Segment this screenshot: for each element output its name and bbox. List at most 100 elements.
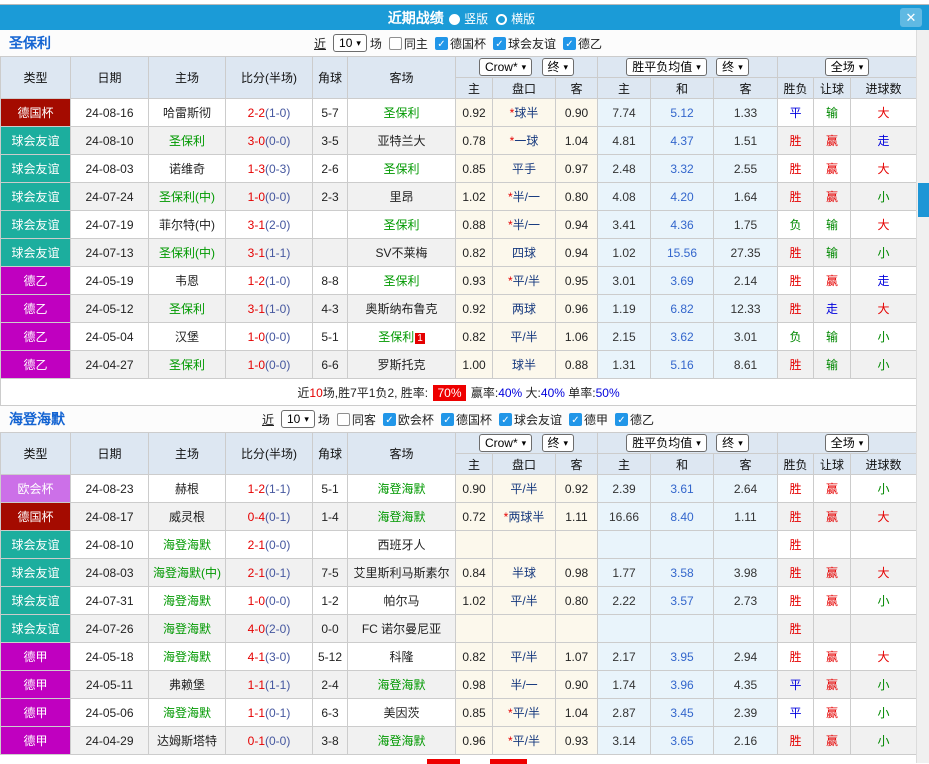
fulltime-select[interactable]: 全场▾ [825,58,870,76]
away-team-name: 圣保利 [383,162,419,176]
away-team: 圣保利 [348,211,456,239]
avg-source-select[interactable]: 胜平负均值▾ [626,58,707,76]
home-odds: 0.96 [456,727,493,755]
match-date: 24-08-16 [71,99,149,127]
match-result: 负 [778,323,814,351]
games-count-select[interactable]: 10▾ [281,410,315,428]
avg-away-odds: 8.61 [714,351,778,379]
chevron-down-icon: ▾ [304,412,309,426]
summary-row: 近10场,胜7平1负2, 胜率: 70% 赢率:40% 大:40% 单率:50% [1,379,917,406]
home-odds: 0.85 [456,699,493,727]
avg-source-select[interactable]: 胜平负均值▾ [626,434,707,452]
away-team: 奥斯纳布鲁克 [348,295,456,323]
fulltime-select[interactable]: 全场▾ [825,434,870,452]
corner-score: 5-1 [313,475,348,503]
layout-radio-group: 竖版 横版 [447,12,541,26]
league-label: 德国杯 [456,411,492,428]
table-row: 球会友谊24-07-13圣保利(中)3-1(1-1)SV不莱梅0.82四球0.9… [1,239,917,267]
avg-stage-select[interactable]: 终▾ [716,434,749,452]
subcol-result: 胜负 [778,454,814,475]
avg-home-odds: 1.74 [598,671,651,699]
odds-source-select[interactable]: Crow*▾ [479,58,532,76]
league-checkbox[interactable]: ✓ [383,413,396,426]
avg-draw-odds [651,531,714,559]
close-button[interactable]: ✕ [900,8,922,27]
layout-radio-label[interactable]: 竖版 [464,12,488,26]
home-team: 海登海默(中) [149,559,226,587]
league-checkbox[interactable]: ✓ [435,37,448,50]
home-odds: 1.00 [456,351,493,379]
avg-draw-odds: 4.20 [651,183,714,211]
handicap-text: 平/半 [510,330,537,344]
col-away: 客场 [348,57,456,99]
games-count-select[interactable]: 10▾ [333,34,367,52]
away-team-name: SV不莱梅 [375,246,427,260]
table-row: 德甲24-05-11弗赖堡1-1(1-1)2-4海登海默0.98半/一0.901… [1,671,917,699]
red-card-badge: 1 [415,333,425,344]
competition-badge: 德乙 [1,267,71,295]
layout-radio[interactable] [496,14,507,25]
home-odds [456,531,493,559]
avg-home-odds: 2.15 [598,323,651,351]
league-checkbox[interactable]: ✓ [441,413,454,426]
league-checkbox[interactable]: ✓ [563,37,576,50]
fulltime-score: 1-0 [248,358,265,372]
score-cell: 1-0(0-0) [226,323,313,351]
league-checkbox[interactable]: ✓ [493,37,506,50]
recent-link[interactable]: 近 [262,411,274,428]
avg-away-odds [714,531,778,559]
score-cell: 1-1(0-1) [226,699,313,727]
handicap-line: *平/半 [493,267,556,295]
odds-stage-select[interactable]: 终▾ [542,434,575,452]
competition-badge: 德国杯 [1,99,71,127]
subcol-avg-draw: 和 [651,454,714,475]
avg-draw-odds: 5.12 [651,99,714,127]
handicap-result: 赢 [814,155,851,183]
match-result: 胜 [778,295,814,323]
fulltime-score: 0-4 [248,510,265,524]
competition-badge: 球会友谊 [1,615,71,643]
odds-stage-select[interactable]: 终▾ [542,58,575,76]
avg-home-odds: 2.17 [598,643,651,671]
halftime-score: (2-0) [265,622,290,636]
halftime-score: (0-0) [265,134,290,148]
chevron-down-icon: ▾ [859,436,864,450]
league-checkbox[interactable]: ✓ [499,413,512,426]
same-venue-checkbox[interactable] [389,37,402,50]
layout-radio-selected[interactable] [449,14,460,25]
handicap-text: 平/半 [513,734,540,748]
goals-result: 小 [851,587,917,615]
table-row: 德国杯24-08-17威灵根0-4(0-1)1-4海登海默0.72*两球半1.1… [1,503,917,531]
scrollbar-track[interactable] [916,30,929,763]
home-team: 圣保利 [149,295,226,323]
league-checkbox[interactable]: ✓ [569,413,582,426]
avg-header: 胜平负均值▾ 终▾ [598,433,778,454]
layout-radio-label[interactable]: 横版 [511,12,535,26]
avg-draw-odds: 4.36 [651,211,714,239]
avg-away-odds: 2.55 [714,155,778,183]
fulltime-score: 2-1 [248,538,265,552]
away-odds: 0.80 [556,183,598,211]
away-team-name: 圣保利 [383,106,419,120]
table-row: 德乙24-05-19韦恩1-2(1-0)8-8圣保利0.93*平/半0.953.… [1,267,917,295]
home-team: 海登海默 [149,587,226,615]
same-venue-checkbox[interactable] [337,413,350,426]
col-score: 比分(半场) [226,433,313,475]
fulltime-score: 1-2 [248,482,265,496]
scrollbar-thumb[interactable] [918,183,929,217]
fulltime-score: 1-0 [248,330,265,344]
odds-source-select[interactable]: Crow*▾ [479,434,532,452]
fulltime-score: 3-1 [248,246,265,260]
recent-link[interactable]: 近 [314,35,326,52]
competition-badge: 球会友谊 [1,211,71,239]
away-odds: 0.92 [556,475,598,503]
halftime-score: (0-0) [265,358,290,372]
league-checkbox[interactable]: ✓ [615,413,628,426]
avg-stage-select[interactable]: 终▾ [716,58,749,76]
filter-controls: 近10▾场同主✓德国杯✓球会友谊✓德乙 [314,34,602,52]
handicap-result: 赢 [814,475,851,503]
filter-controls: 近10▾场同客✓欧会杯✓德国杯✓球会友谊✓德甲✓德乙 [262,410,654,428]
table-row: 球会友谊24-07-31海登海默1-0(0-0)1-2帕尔马1.02平/半0.8… [1,587,917,615]
fulltime-score: 1-3 [248,162,265,176]
away-odds: 1.07 [556,643,598,671]
